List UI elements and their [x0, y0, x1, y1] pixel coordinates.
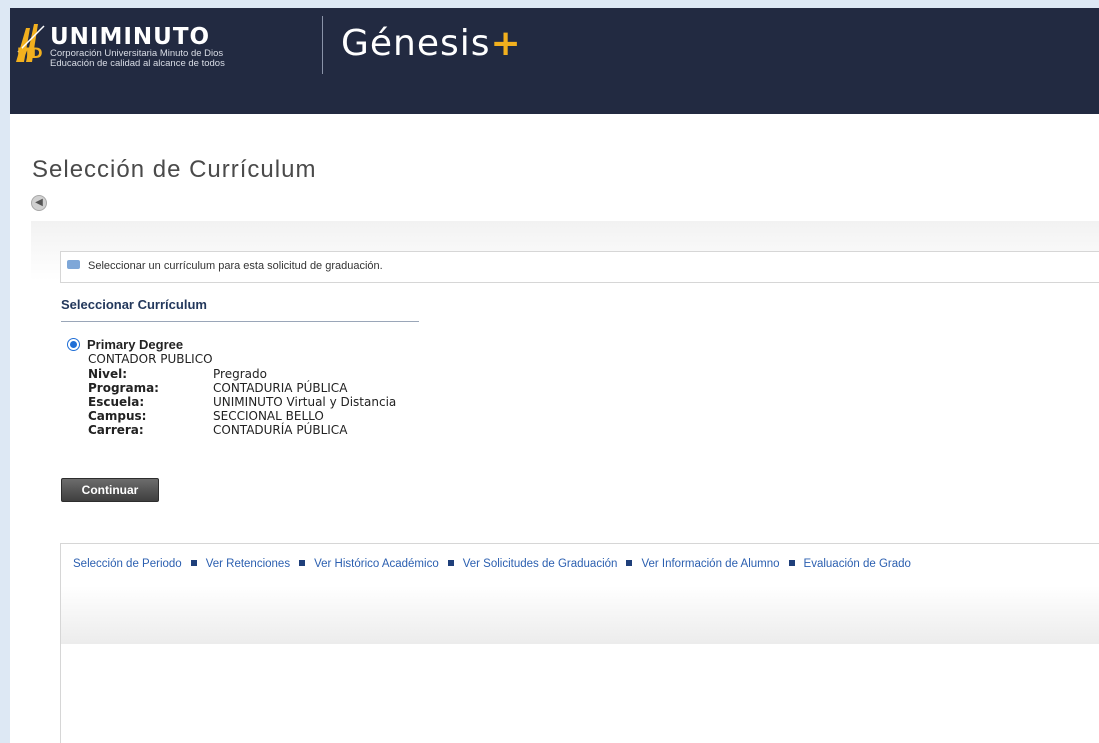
curriculum-program-name: CONTADOR PUBLICO — [88, 352, 213, 366]
detail-label: Nivel: — [88, 367, 128, 381]
svg-text:MD: MD — [17, 46, 43, 62]
continue-button[interactable]: Continuar — [61, 478, 159, 502]
nav-link-informacion-alumno[interactable]: Ver Información de Alumno — [641, 558, 779, 570]
detail-value: Pregrado — [213, 367, 267, 381]
info-message-box: Seleccionar un currículum para esta soli… — [60, 251, 1099, 283]
detail-label: Carrera: — [88, 423, 144, 437]
nav-link-evaluacion-grado[interactable]: Evaluación de Grado — [804, 558, 911, 570]
nav-link-solicitudes-graduacion[interactable]: Ver Solicitudes de Graduación — [463, 558, 618, 570]
nav-separator-icon — [626, 559, 633, 566]
info-message-text: Seleccionar un currículum para esta soli… — [88, 260, 383, 272]
back-arrow-icon[interactable]: ◀ — [31, 195, 47, 211]
main-content: Seleccionar un currículum para esta soli… — [31, 221, 1099, 743]
header-bar: MD UNIMINUTO Corporación Universitaria M… — [10, 8, 1099, 114]
bottom-nav-box: Selección de Periodo Ver Retenciones Ver H… — [60, 543, 1099, 743]
curriculum-title: Primary Degree — [87, 337, 184, 352]
uniminuto-logo-icon: MD — [16, 24, 45, 62]
nav-link-seleccion-periodo[interactable]: Selección de Periodo — [73, 558, 182, 570]
detail-value: SECCIONAL BELLO — [213, 409, 324, 423]
message-icon — [67, 260, 80, 269]
genesis-name: Génesis — [341, 23, 491, 64]
brand-name: UNIMINUTO — [50, 24, 211, 50]
section-divider — [61, 321, 419, 322]
detail-label: Escuela: — [88, 395, 145, 409]
section-title: Seleccionar Currículum — [61, 297, 207, 312]
genesis-plus: + — [490, 23, 522, 64]
nav-link-ver-retenciones[interactable]: Ver Retenciones — [206, 558, 290, 570]
nav-separator-icon — [299, 559, 306, 566]
curriculum-radio-button[interactable] — [67, 338, 80, 351]
detail-value: UNIMINUTO Virtual y Distancia — [213, 395, 397, 409]
brand-tagline-line2: Educación de calidad al alcance de todos — [50, 58, 225, 69]
detail-label: Campus: — [88, 409, 147, 423]
genesis-logo: Génesis+ — [341, 22, 522, 66]
nav-separator-icon — [788, 559, 795, 566]
nav-separator-icon — [447, 559, 454, 566]
detail-value: CONTADURIA PÚBLICA — [213, 381, 348, 395]
app-window: MD UNIMINUTO Corporación Universitaria M… — [10, 8, 1099, 743]
nav-gradient-band — [61, 586, 1099, 644]
header-divider — [322, 16, 323, 74]
detail-label: Programa: — [88, 381, 159, 395]
nav-link-historico-academico[interactable]: Ver Histórico Académico — [314, 558, 439, 570]
detail-value: CONTADURÍA PÚBLICA — [213, 423, 348, 437]
nav-links: Selección de Periodo Ver Retenciones Ver H… — [73, 558, 911, 570]
nav-separator-icon — [190, 559, 197, 566]
page-title: Selección de Currículum — [32, 156, 317, 183]
